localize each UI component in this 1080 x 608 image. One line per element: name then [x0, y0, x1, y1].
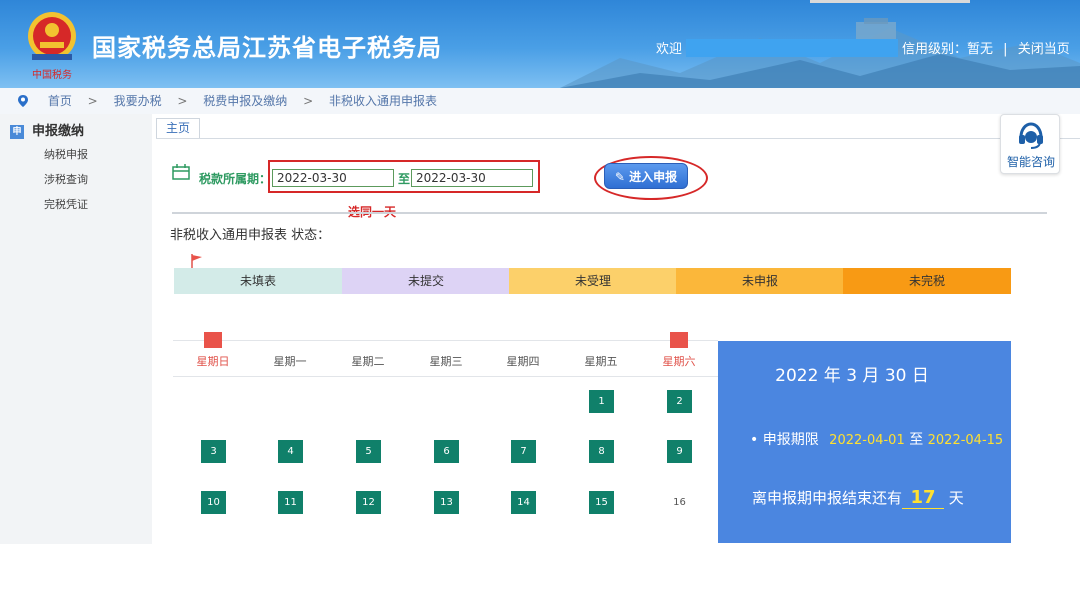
sidebar-group-declaration[interactable]: 申申报缴纳	[10, 120, 84, 139]
calendar-day[interactable]: 12	[356, 491, 381, 514]
start-date-input[interactable]: 2022-03-30	[272, 169, 394, 187]
calendar-day[interactable]: 16	[667, 491, 692, 514]
tax-emblem-logo: 中国税务	[28, 12, 76, 81]
calendar-day[interactable]: 9	[667, 440, 692, 463]
current-date: 2022 年 3 月 30 日	[775, 366, 929, 386]
status-title: 非税收入通用申报表 状态：	[170, 228, 331, 243]
breadcrumb-current: 非税收入通用申报表	[329, 94, 438, 108]
declaration-icon: 申	[10, 125, 24, 139]
remaining-suffix: 天	[948, 489, 964, 507]
calendar-day[interactable]: 14	[511, 491, 536, 514]
tax-period-label: 税款所属期：	[199, 172, 272, 186]
stage-unpaid: 未完税	[843, 268, 1011, 294]
bullet-icon: •	[750, 432, 763, 448]
enter-declaration-label: 进入申报	[629, 170, 678, 184]
deadline-panel: 2022 年 3 月 30 日 • 申报期限 2022-04-01 至 2022…	[718, 341, 1011, 543]
weekday-header: 星期四	[506, 355, 540, 368]
calendar-day[interactable]: 4	[278, 440, 303, 463]
calendar-day[interactable]: 6	[434, 440, 459, 463]
calendar-day[interactable]: 5	[356, 440, 381, 463]
section-divider	[172, 212, 1047, 214]
weekday-header: 星期日	[196, 355, 230, 368]
svg-text:中国税务: 中国税务	[32, 68, 72, 81]
calendar-day[interactable]: 2	[667, 390, 692, 413]
calendar-day[interactable]: 13	[434, 491, 459, 514]
sidebar-item-tax-certificate[interactable]: 完税凭证	[44, 196, 88, 212]
username-redacted	[686, 39, 899, 57]
user-info: 欢迎 信用级别：暂无 | 关闭当页	[656, 38, 1070, 57]
breadcrumb: 首页 > 我要办税 > 税费申报及缴纳 > 非税收入通用申报表	[0, 88, 1080, 114]
location-pin-icon	[18, 95, 28, 107]
breadcrumb-separator: >	[303, 94, 314, 108]
breadcrumb-home[interactable]: 首页	[48, 94, 72, 108]
weekday-header: 星期一	[273, 355, 307, 368]
smart-consult-button[interactable]: 智能咨询	[1000, 114, 1060, 174]
calendar-day[interactable]: 15	[589, 491, 614, 514]
weekday-header: 星期六	[662, 355, 696, 368]
tab-home[interactable]: 主页	[156, 118, 200, 138]
period-start: 2022-04-01	[829, 433, 905, 448]
enter-declaration-button[interactable]: ✎ 进入申报	[604, 163, 688, 189]
stage-unaccepted: 未受理	[509, 268, 677, 294]
end-date-input[interactable]: 2022-03-30	[411, 169, 533, 187]
stage-undeclared: 未申报	[676, 268, 844, 294]
weekend-marker	[670, 332, 688, 348]
to-label: 至	[398, 172, 411, 186]
edit-icon: ✎	[614, 170, 625, 184]
calendar-day[interactable]: 3	[201, 440, 226, 463]
calendar-day[interactable]: 8	[589, 440, 614, 463]
weekday-header: 星期五	[584, 355, 618, 368]
calendar-icon	[172, 164, 190, 180]
sidebar-item-tax-declaration[interactable]: 纳税申报	[44, 146, 88, 162]
remaining-days-count: 17	[902, 487, 945, 509]
breadcrumb-separator: >	[177, 94, 188, 108]
breadcrumb-tax-handling[interactable]: 我要办税	[114, 94, 162, 108]
remaining-days: 离申报期申报结束还有 17 天	[752, 487, 964, 509]
calendar-day[interactable]: 10	[201, 491, 226, 514]
welcome-text: 欢迎	[656, 42, 683, 57]
headset-icon	[1019, 122, 1043, 149]
weekday-header: 星期二	[351, 355, 385, 368]
remaining-prefix: 离申报期申报结束还有	[752, 489, 903, 507]
period-end: 2022-04-15	[927, 433, 1004, 448]
top-bar-strip	[810, 0, 970, 3]
tab-underline	[156, 138, 1080, 139]
site-title: 国家税务总局江苏省电子税务局	[92, 34, 442, 62]
flag-icon	[191, 254, 202, 268]
period-to: 至	[909, 432, 924, 448]
calendar-day[interactable]: 1	[589, 390, 614, 413]
calendar-day[interactable]: 7	[511, 440, 536, 463]
declaration-period-label: 申报期限	[762, 432, 819, 448]
stage-unfilled: 未填表	[174, 268, 342, 294]
breadcrumb-separator: >	[87, 94, 98, 108]
sidebar-group-label: 申报缴纳	[32, 124, 85, 139]
declaration-period: • 申报期限 2022-04-01 至 2022-04-15	[750, 429, 1003, 449]
header-banner: 中国税务 国家税务总局江苏省电子税务局 欢迎 信用级别：暂无 | 关闭当页	[0, 0, 1080, 88]
weekend-marker	[204, 332, 222, 348]
calendar-top-line	[173, 340, 718, 341]
credit-level: 信用级别：暂无	[902, 42, 994, 57]
calendar-day[interactable]: 11	[278, 491, 303, 514]
calendar-header-line	[173, 376, 718, 377]
close-page-link[interactable]: 关闭当页	[1018, 42, 1070, 57]
smart-consult-label: 智能咨询	[1006, 155, 1055, 169]
breadcrumb-declaration[interactable]: 税费申报及缴纳	[203, 94, 287, 108]
sidebar: 申申报缴纳 纳税申报 涉税查询 完税凭证	[0, 114, 152, 544]
header-divider: |	[1003, 42, 1008, 57]
weekday-header: 星期三	[429, 355, 463, 368]
stage-unsubmitted: 未提交	[342, 268, 510, 294]
sidebar-item-tax-query[interactable]: 涉税查询	[44, 171, 88, 187]
